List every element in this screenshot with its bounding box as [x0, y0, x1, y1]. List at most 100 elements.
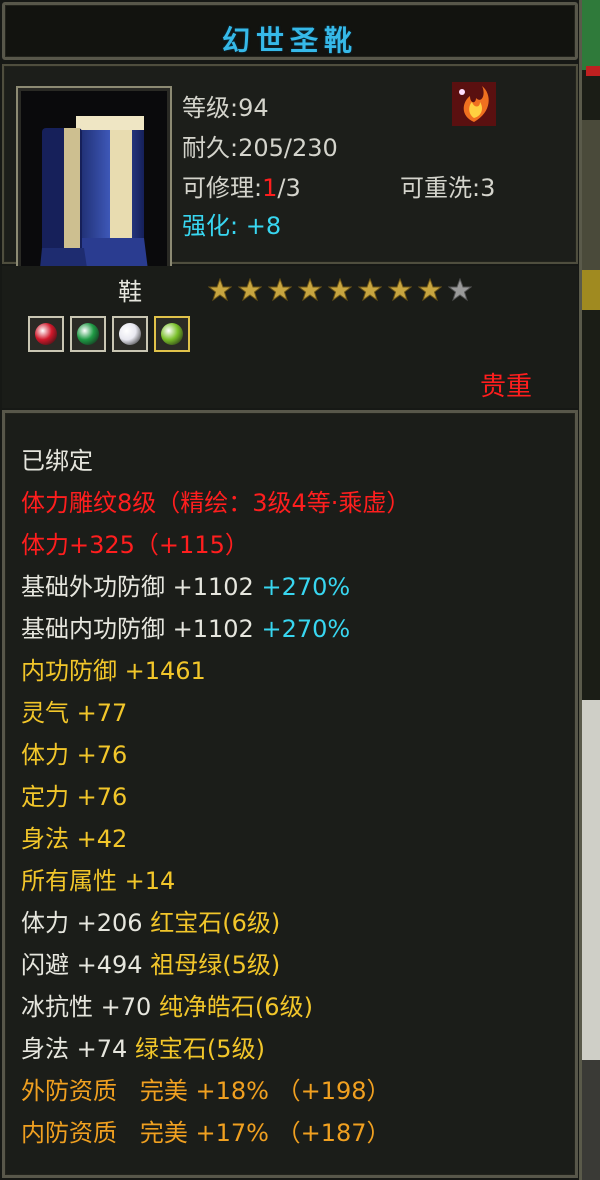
- base-defense-label: 基础内功防御: [21, 615, 165, 643]
- gem-stat-value: +206: [76, 909, 143, 937]
- gem-stat-value: +494: [76, 951, 143, 979]
- gem-stone: [119, 323, 141, 345]
- quality-label: 内防资质: [21, 1119, 117, 1147]
- star-filled-icon: [298, 278, 322, 302]
- star-filled-icon: [238, 278, 262, 302]
- item-name: 幻世圣靴: [221, 24, 358, 57]
- stat-label: 定力: [21, 783, 69, 811]
- background-game-scene: [582, 0, 600, 1180]
- engrave-bonus: 体力+325（+115）: [21, 525, 249, 560]
- stat-value: +77: [76, 699, 128, 727]
- gem-stat-label: 闪避: [21, 951, 69, 979]
- stat-value: +42: [76, 825, 128, 853]
- bound-status: 已绑定: [21, 447, 93, 475]
- item-attributes-panel: 已绑定 体力雕纹8级（精绘：3级4等·乘虚） 体力+325（+115） 基础外功…: [2, 410, 578, 1178]
- stat-label: 体力: [21, 741, 69, 769]
- scene-strip-grey: [582, 120, 600, 270]
- green-gem-icon: [154, 316, 190, 352]
- gem-stat-label: 身法: [21, 1035, 69, 1063]
- stat-row: 定力 +76: [21, 777, 127, 812]
- repairable-used: 1: [262, 174, 278, 202]
- quality-bonus: （+198）: [276, 1077, 391, 1105]
- star-empty-icon: [448, 278, 472, 302]
- gem-stat-row: 身法 +74 绿宝石(5级): [21, 1029, 265, 1064]
- stat-value: +76: [76, 783, 128, 811]
- enhance-label: 强化:: [182, 212, 239, 240]
- quality-percent: +18%: [195, 1077, 269, 1105]
- quality-bonus: （+187）: [276, 1119, 391, 1147]
- quality-percent: +17%: [195, 1119, 269, 1147]
- stat-row: 所有属性 +14: [21, 861, 175, 896]
- stat-value: +14: [124, 867, 176, 895]
- gem-stat-value: +74: [76, 1035, 128, 1063]
- item-tooltip: 幻世圣靴 等级:94 耐久:205/230 可修理:1/3 可重洗:3 强化: …: [0, 0, 582, 1180]
- stat-row: 体力 +76: [21, 735, 127, 770]
- base-defense-percent: +270%: [261, 615, 351, 643]
- item-enhance: 强化: +8: [182, 206, 281, 241]
- stat-row: 内功防御 +1461: [21, 651, 206, 686]
- base-defense-value: +1102: [172, 573, 254, 601]
- stat-label: 所有属性: [21, 867, 117, 895]
- engrave-bonus-prefix: 体力+325（: [21, 531, 159, 559]
- item-durability: 耐久:205/230: [182, 134, 338, 162]
- gem-stat-gem: 红宝石(6级): [150, 909, 281, 937]
- gem-stat-label: 冰抗性: [21, 993, 93, 1021]
- gem-stat-row: 体力 +206 红宝石(6级): [21, 903, 280, 938]
- quality-grade: 完美: [139, 1119, 188, 1147]
- base-defense-percent: +270%: [261, 573, 351, 601]
- red-gem-icon: [28, 316, 64, 352]
- star-filled-icon: [268, 278, 292, 302]
- item-rewash: 可重洗:3: [400, 174, 496, 202]
- item-rarity: 贵重: [480, 372, 533, 402]
- stat-value: +76: [76, 741, 128, 769]
- repairable-max: /3: [277, 174, 301, 202]
- stat-row: 身法 +42: [21, 819, 127, 854]
- quality-label: 外防资质: [21, 1077, 117, 1105]
- gem-stone: [77, 323, 99, 345]
- scene-strip-red: [586, 66, 600, 76]
- base-defense-value: +1102: [172, 615, 254, 643]
- stat-label: 内功防御: [21, 657, 117, 685]
- stat-label: 身法: [21, 825, 69, 853]
- item-header-panel: 等级:94 耐久:205/230 可修理:1/3 可重洗:3 强化: +8: [2, 64, 578, 308]
- item-repairable: 可修理:1/3: [182, 168, 301, 203]
- green-jade-icon: [70, 316, 106, 352]
- item-level: 等级:94: [182, 94, 269, 122]
- scene-strip-light: [582, 700, 600, 1060]
- engrave-bonus-value: +115: [158, 531, 225, 559]
- star-filled-icon: [208, 278, 232, 302]
- item-type: 鞋: [118, 278, 142, 306]
- engrave-line: 体力雕纹8级（精绘：3级4等·乘虚）: [21, 489, 411, 517]
- base-defense-row: 基础内功防御 +1102 +270%: [21, 609, 350, 644]
- star-filled-icon: [388, 278, 412, 302]
- fire-buff-icon: [452, 82, 496, 126]
- gem-stat-label: 体力: [21, 909, 69, 937]
- base-defense-label: 基础外功防御: [21, 573, 165, 601]
- engrave-bonus-suffix: ）: [224, 531, 249, 559]
- star-filled-icon: [358, 278, 382, 302]
- stat-row: 灵气 +77: [21, 693, 127, 728]
- gem-stat-gem: 祖母绿(5级): [150, 951, 281, 979]
- base-defense-row: 基础外功防御 +1102 +270%: [21, 567, 350, 602]
- gem-stone: [35, 323, 57, 345]
- gem-stat-row: 闪避 +494 祖母绿(5级): [21, 945, 280, 980]
- scene-strip-green: [582, 0, 600, 70]
- gem-stat-row: 冰抗性 +70 纯净皓石(6级): [21, 987, 313, 1022]
- star-filled-icon: [328, 278, 352, 302]
- gem-stone: [161, 323, 183, 345]
- gem-stat-value: +70: [100, 993, 152, 1021]
- stat-value: +1461: [124, 657, 206, 685]
- quality-row: 内防资质 完美 +17% （+187）: [21, 1113, 391, 1148]
- star-filled-icon: [418, 278, 442, 302]
- white-diamond-icon: [112, 316, 148, 352]
- scene-strip-dark: [582, 1060, 600, 1180]
- quality-row: 外防资质 完美 +18% （+198）: [21, 1071, 391, 1106]
- stat-label: 灵气: [21, 699, 69, 727]
- enhance-value: +8: [245, 212, 282, 240]
- repairable-label: 可修理:: [182, 174, 263, 202]
- quality-grade: 完美: [139, 1077, 188, 1105]
- gem-stat-gem: 纯净皓石(6级): [158, 993, 313, 1021]
- title-bar: 幻世圣靴: [2, 2, 578, 60]
- gem-stat-gem: 绿宝石(5级): [134, 1035, 265, 1063]
- scene-strip-gold: [582, 270, 600, 310]
